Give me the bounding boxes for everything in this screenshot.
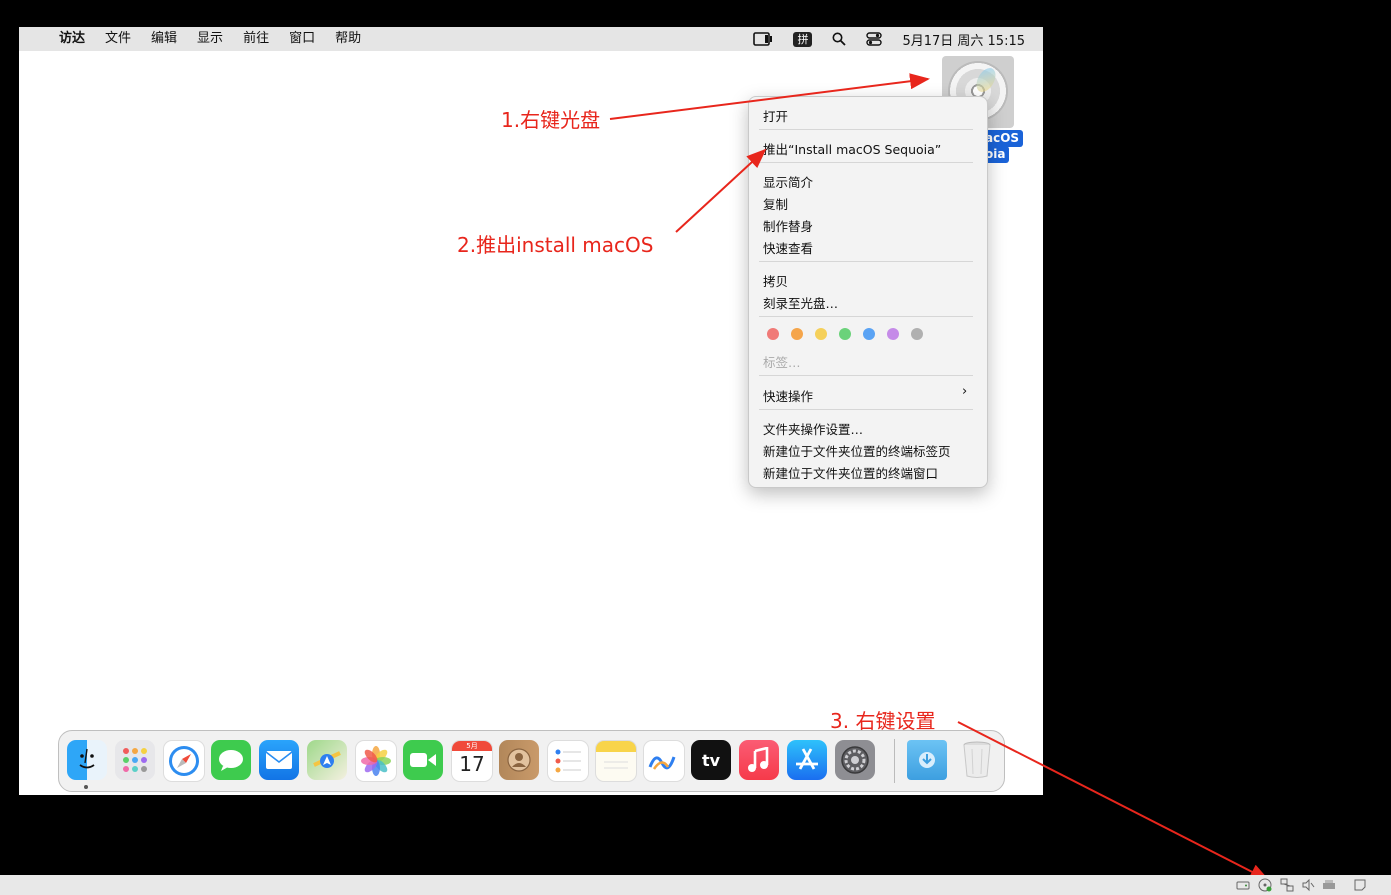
menubar-status-area: 拼 5月17日 周六 15:15 [743,27,1043,51]
chevron-right-icon: › [962,384,968,399]
menu-item-eject[interactable]: 推出“Install macOS Sequoia” [763,139,941,158]
freeform-icon[interactable] [643,740,685,782]
menu-view[interactable]: 显示 [187,27,233,51]
app-store-icon[interactable] [787,740,827,780]
menu-item-open[interactable]: 打开 [763,106,788,125]
tag-yellow-dot[interactable] [815,328,827,340]
menu-edit[interactable]: 编辑 [141,27,187,51]
spotlight-search-icon[interactable] [832,32,847,46]
vm-status-bar [0,875,1391,895]
apple-tv-label: tv [701,750,721,770]
menu-separator [759,129,973,130]
calendar-day: 17 [459,752,485,776]
maps-icon[interactable] [307,740,347,780]
tag-green-dot[interactable] [839,328,851,340]
control-center-icon[interactable] [866,32,883,46]
hard-disk-status-icon[interactable] [1236,878,1250,892]
menubar-clock[interactable]: 5月17日 周六 15:15 [892,30,1043,49]
messages-icon[interactable] [211,740,251,780]
annotation-step1: 1.右键光盘 [501,108,601,132]
audio-status-icon[interactable] [1301,878,1315,892]
menu-item-tags[interactable]: 标签… [763,352,801,371]
menu-separator [759,316,973,317]
tag-red-dot[interactable] [767,328,779,340]
contacts-icon[interactable] [499,740,539,780]
optical-drive-status-icon[interactable] [1258,878,1272,892]
tag-gray-dot[interactable] [911,328,923,340]
system-settings-icon[interactable] [835,740,875,780]
menu-help[interactable]: 帮助 [325,27,371,51]
menu-item-new-terminal-window[interactable]: 新建位于文件夹位置的终端窗口 [763,463,938,482]
finder-icon[interactable] [67,740,107,780]
safari-icon[interactable] [163,740,205,782]
annotation-step3: 3. 右键设置 [830,709,936,733]
network-status-icon[interactable] [1280,878,1294,892]
message-status-icon[interactable] [1353,878,1367,892]
disk-context-menu: 打开 推出“Install macOS Sequoia” 显示简介 复制 制作替… [748,96,988,488]
dock-separator [894,739,895,783]
reminders-icon[interactable] [547,740,589,782]
menu-separator [759,162,973,163]
menu-item-make-alias[interactable]: 制作替身 [763,216,813,235]
menu-separator [759,261,973,262]
tag-orange-dot[interactable] [791,328,803,340]
trash-icon[interactable] [957,740,997,780]
menu-item-duplicate[interactable]: 复制 [763,194,788,213]
menu-finder[interactable]: 访达 [49,27,95,51]
menu-item-burn[interactable]: 刻录至光盘… [763,293,838,312]
input-method-icon[interactable]: 拼 [793,31,813,47]
tag-purple-dot[interactable] [887,328,899,340]
menu-window[interactable]: 窗口 [279,27,325,51]
tag-blue-dot[interactable] [863,328,875,340]
notes-icon[interactable] [595,740,637,782]
apple-tv-icon[interactable]: tv [691,740,731,780]
menu-go[interactable]: 前往 [233,27,279,51]
menu-item-folder-actions[interactable]: 文件夹操作设置… [763,419,863,438]
dock: 5月 17 tv [58,730,1005,792]
downloads-folder-icon[interactable] [907,740,947,780]
calendar-month: 5月 [452,741,492,751]
facetime-icon[interactable] [403,740,443,780]
mail-icon[interactable] [259,740,299,780]
menu-separator [759,409,973,410]
annotation-step2: 2.推出install macOS [457,233,654,257]
menu-item-quick-look[interactable]: 快速查看 [763,238,813,257]
menu-item-copy[interactable]: 拷贝 [763,271,788,290]
menu-separator [759,375,973,376]
photos-icon[interactable] [355,740,397,782]
music-icon[interactable] [739,740,779,780]
calendar-icon[interactable]: 5月 17 [451,740,493,782]
launchpad-icon[interactable] [115,740,155,780]
printer-status-icon[interactable] [1322,878,1336,892]
menu-item-quick-actions[interactable]: 快速操作 [763,386,813,405]
running-indicator [84,785,88,789]
menu-item-get-info[interactable]: 显示简介 [763,172,813,191]
screen-mirror-icon[interactable] [753,32,773,46]
menu-bar: 访达 文件 编辑 显示 前往 窗口 帮助 拼 5月17日 周六 15:15 [19,27,1043,51]
menu-item-new-terminal-tab[interactable]: 新建位于文件夹位置的终端标签页 [763,441,951,460]
menu-file[interactable]: 文件 [95,27,141,51]
vm-screen: 访达 文件 编辑 显示 前往 窗口 帮助 拼 5月17日 周六 15:15 ac… [19,27,1043,795]
